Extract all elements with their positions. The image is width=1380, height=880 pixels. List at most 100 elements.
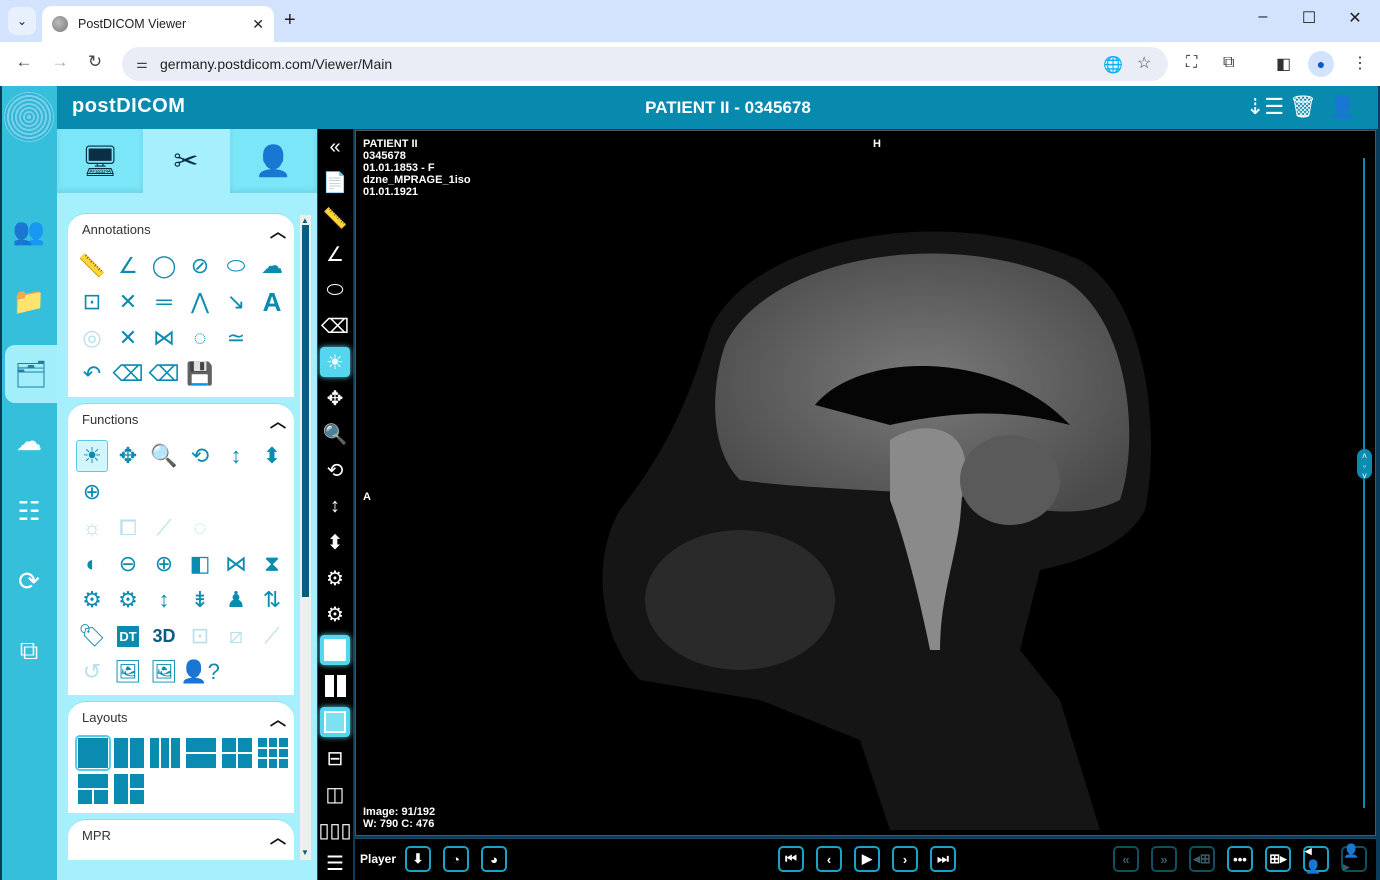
side-panel-icon[interactable]: ◧: [1276, 54, 1291, 74]
layout-2x1[interactable]: [186, 738, 216, 768]
layout-top1-bottom2[interactable]: [78, 774, 108, 804]
polyline-icon[interactable]: ⋀: [184, 286, 216, 318]
play-button[interactable]: ▶: [854, 846, 880, 872]
nav-upload[interactable]: ☁: [6, 418, 52, 464]
nav-patients[interactable]: 👥: [6, 208, 52, 254]
collapse-panel-icon[interactable]: «: [320, 132, 350, 162]
site-settings-icon[interactable]: ⚌: [130, 56, 154, 72]
layout-1x2[interactable]: [114, 738, 144, 768]
tag-icon[interactable]: 🏷: [76, 620, 108, 652]
ruler-icon[interactable]: 📏: [76, 250, 108, 282]
prev-series-button[interactable]: «: [1113, 846, 1139, 872]
scroll-down-arrow[interactable]: ▼: [301, 848, 309, 857]
translate-icon[interactable]: 🌐: [1103, 55, 1123, 75]
arrow-icon[interactable]: ↘: [220, 286, 252, 318]
profile-avatar[interactable]: ●: [1308, 51, 1334, 77]
wave-icon[interactable]: ≃: [220, 322, 252, 354]
spline-icon[interactable]: ⋈: [148, 322, 180, 354]
region-icon[interactable]: ◌: [184, 512, 216, 544]
report-icon[interactable]: 📄: [320, 167, 350, 197]
new-tab-button[interactable]: +: [284, 9, 296, 32]
save-image-icon[interactable]: 🖼: [148, 656, 180, 688]
freehand-icon[interactable]: ☁: [256, 250, 288, 282]
bone-icon[interactable]: ⟋: [148, 512, 180, 544]
extensions-icon[interactable]: ⧉: [1223, 54, 1234, 72]
rotate-right-icon[interactable]: ⚙: [112, 584, 144, 616]
bookmark-star-icon[interactable]: ☆: [1137, 53, 1151, 73]
next-layout-button[interactable]: ⊞▸: [1265, 846, 1291, 872]
nav-search[interactable]: ☷: [6, 488, 52, 534]
3d-icon[interactable]: 3D: [148, 620, 180, 652]
tab-search-button[interactable]: ⌄: [8, 7, 36, 35]
nav-folders[interactable]: 📁: [6, 278, 52, 324]
cobb-angle-icon[interactable]: ✕: [112, 322, 144, 354]
scroll-icon[interactable]: ↕: [320, 491, 350, 521]
nav-remote[interactable]: ⧉: [6, 628, 52, 674]
window-level-icon[interactable]: ☀: [320, 347, 350, 377]
reload-button[interactable]: ↻: [83, 52, 107, 72]
layout-1x1[interactable]: [75, 735, 111, 771]
closed-spline-icon[interactable]: ◌: [184, 322, 216, 354]
parallel-lines-icon[interactable]: ═: [148, 286, 180, 318]
angle-icon[interactable]: ∠: [112, 250, 144, 282]
help-user-icon[interactable]: 👤?: [180, 656, 220, 688]
fit-icon[interactable]: ⊡: [184, 620, 216, 652]
pan-icon[interactable]: ✥: [320, 383, 350, 413]
collapse-caret-icon[interactable]: ︿: [270, 706, 286, 730]
swap-icon[interactable]: ⇅: [256, 584, 288, 616]
circle-icon[interactable]: ◯: [148, 250, 180, 282]
maximize-button[interactable]: ☐: [1286, 8, 1332, 28]
zoom-icon[interactable]: 🔍: [148, 440, 180, 472]
first-frame-button[interactable]: ⏮: [778, 846, 804, 872]
forward-button[interactable]: →: [48, 52, 72, 72]
download-button[interactable]: ⬇: [405, 846, 431, 872]
auto-wl-icon[interactable]: ☼: [76, 512, 108, 544]
tab-patient-info[interactable]: 👤: [230, 129, 317, 193]
speed-down-button[interactable]: ◔: [443, 846, 469, 872]
undo-icon[interactable]: ↶: [76, 358, 108, 390]
back-button[interactable]: ←: [12, 52, 36, 72]
layout-3x3[interactable]: [258, 738, 288, 768]
dt-icon[interactable]: DT: [112, 620, 144, 652]
angle-icon[interactable]: ∠: [320, 239, 350, 269]
menu-kebab-icon[interactable]: ⋮: [1352, 53, 1368, 73]
rotate-left-icon[interactable]: ⚙: [76, 584, 108, 616]
flip-vertical-icon[interactable]: ⧗: [256, 548, 288, 580]
screen-capture-icon[interactable]: ⛶: [1186, 54, 1197, 72]
stack-icon[interactable]: ⬍: [320, 527, 350, 557]
address-bar[interactable]: ⚌ germany.postdicom.com/Viewer/Main: [122, 47, 1168, 81]
recycle-bin-icon[interactable]: 🗑: [1289, 94, 1317, 120]
nav-sync[interactable]: ⟳: [6, 558, 52, 604]
collapse-caret-icon[interactable]: ︿: [270, 408, 286, 432]
layout-side-icon[interactable]: ◫: [320, 779, 350, 809]
rotate-left-icon[interactable]: ⚙: [320, 563, 350, 593]
window-level-icon[interactable]: ☀: [76, 440, 108, 472]
panel-scrollbar-thumb[interactable]: [302, 225, 309, 597]
layout-1x2-button[interactable]: [320, 671, 350, 701]
export-image-icon[interactable]: 🖼: [112, 656, 144, 688]
eraser-icon[interactable]: ⌫: [112, 358, 144, 390]
layout-1x1-button[interactable]: [320, 635, 350, 665]
rotate-icon[interactable]: ⟲: [184, 440, 216, 472]
scroll-up-arrow[interactable]: ▲: [301, 216, 309, 225]
speed-up-button[interactable]: ◕: [481, 846, 507, 872]
mirror-icon[interactable]: ⋈: [220, 548, 252, 580]
ellipse-icon[interactable]: ⬭: [320, 275, 350, 305]
ellipse-icon[interactable]: ⬭: [220, 250, 252, 282]
previous-frame-button[interactable]: ‹: [816, 846, 842, 872]
rotate-icon[interactable]: ⟲: [320, 455, 350, 485]
zoom-icon[interactable]: 🔍: [320, 419, 350, 449]
zoom-out-icon[interactable]: ⊖: [112, 548, 144, 580]
reset-center-icon[interactable]: ⊕: [76, 476, 108, 508]
full-body-icon[interactable]: ♟: [220, 584, 252, 616]
collapse-caret-icon[interactable]: ︿: [270, 824, 286, 848]
diagonal-icon[interactable]: ⧄: [220, 620, 252, 652]
collapse-caret-icon[interactable]: ︿: [270, 218, 286, 242]
close-window-button[interactable]: ✕: [1332, 8, 1378, 28]
prev-layout-button[interactable]: ◂⊞: [1189, 846, 1215, 872]
compress-icon[interactable]: ⇟: [184, 584, 216, 616]
tab-study-info[interactable]: 🖥: [57, 129, 143, 193]
scroll-icon[interactable]: ↕: [220, 440, 252, 472]
save-annotations-icon[interactable]: 💾: [184, 358, 216, 390]
tab-close-icon[interactable]: ✕: [252, 16, 264, 33]
